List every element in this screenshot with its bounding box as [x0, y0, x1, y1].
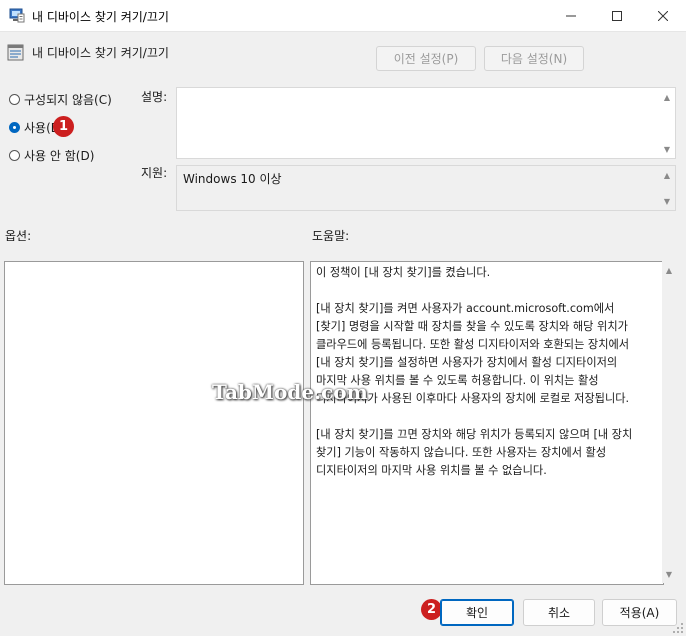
window-title: 내 디바이스 찾기 켜기/끄기 [32, 10, 169, 24]
minimize-button[interactable] [548, 0, 594, 31]
radio-circle [9, 93, 20, 105]
help-paragraph: [내 장치 찾기]를 끄면 장치와 해당 위치가 등록되지 않으며 [내 장치 … [316, 428, 633, 477]
radio-label: 사용 안 함(D) [24, 148, 95, 163]
policy-icon [9, 8, 25, 23]
close-icon [658, 10, 668, 21]
maximize-icon [612, 10, 622, 21]
radio-label: 구성되지 않음(C) [24, 92, 112, 107]
resize-grip-icon[interactable] [672, 622, 684, 634]
scroll-up-icon[interactable]: ▲ [661, 91, 673, 103]
minimize-icon [566, 15, 576, 16]
help-scrollbar[interactable]: ▲ ▼ [662, 261, 676, 583]
description-box[interactable]: ▲ ▼ [176, 87, 676, 159]
policy-settings-icon [7, 44, 24, 61]
previous-setting-button[interactable]: 이전 설정(P) [376, 46, 476, 71]
radio-not-configured[interactable]: 구성되지 않음(C) [9, 90, 112, 108]
apply-button[interactable]: 적용(A) [602, 599, 677, 626]
description-label: 설명: [141, 90, 168, 104]
watermark: TabMode.com [212, 380, 368, 404]
radio-circle [9, 149, 20, 161]
supported-label: 지원: [141, 166, 168, 180]
ok-button[interactable]: 확인 [440, 599, 514, 626]
scroll-up-icon[interactable]: ▲ [661, 169, 673, 181]
help-label: 도움말: [312, 229, 350, 243]
radio-circle-selected [9, 121, 20, 133]
maximize-button[interactable] [594, 0, 640, 31]
options-label: 옵션: [5, 229, 32, 243]
policy-title: 내 디바이스 찾기 켜기/끄기 [32, 46, 169, 60]
radio-disabled[interactable]: 사용 안 함(D) [9, 146, 94, 164]
options-panel [4, 261, 304, 585]
next-setting-button[interactable]: 다음 설정(N) [484, 46, 584, 71]
scroll-down-icon[interactable]: ▼ [661, 195, 673, 207]
step-badge-2: 2 [421, 599, 442, 620]
scroll-down-icon[interactable]: ▼ [661, 143, 673, 155]
help-paragraph: 이 정책이 [내 장치 찾기]를 켰습니다. [316, 266, 491, 279]
supported-value: Windows 10 이상 [183, 172, 282, 186]
cancel-button[interactable]: 취소 [523, 599, 595, 626]
step-badge-1: 1 [53, 116, 74, 137]
scroll-up-icon[interactable]: ▲ [663, 264, 675, 276]
scroll-down-icon[interactable]: ▼ [663, 568, 675, 580]
close-button[interactable] [640, 0, 686, 31]
title-bar: 내 디바이스 찾기 켜기/끄기 [0, 0, 686, 32]
